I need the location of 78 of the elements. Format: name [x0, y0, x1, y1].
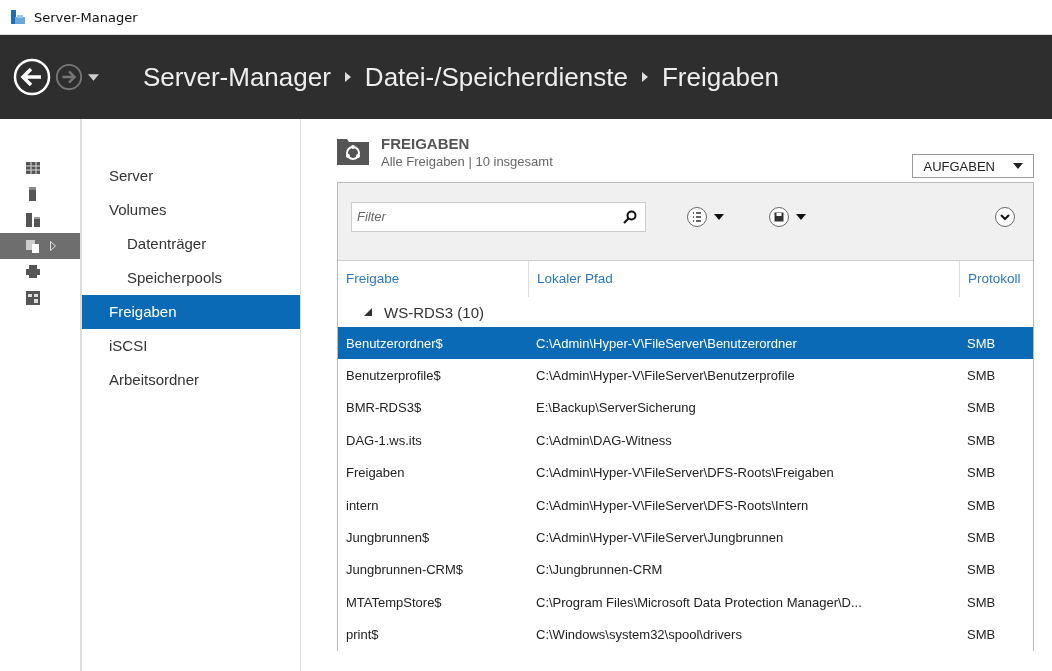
back-icon[interactable] — [12, 57, 52, 97]
grid-icon — [26, 161, 40, 175]
table-cell-text: E:\Backup\ServerSicherung — [535, 400, 697, 416]
table-cell-text: C:\Admin\DAG-Witness — [535, 432, 673, 448]
caret-icon — [1013, 163, 1023, 169]
table-cell-text: C:\Jungbrunnen-CRM — [535, 562, 664, 578]
table-cell-text: C:\Admin\Hyper-V\FileServer\Benutzerprofile — [535, 368, 796, 384]
tasks-button[interactable]: AUFGABEN — [912, 154, 1034, 178]
separator-icon — [344, 72, 351, 82]
table-cell-text: Jungbrunnen-CRM$ — [345, 562, 465, 578]
sidebar-item[interactable]: Server — [82, 159, 300, 193]
table-cell-text: MTATempStore$ — [345, 594, 443, 610]
column-header[interactable]: Lokaler Pfad — [528, 261, 959, 297]
table-cell-text: SMB — [966, 530, 997, 546]
table-cell-text: Jungbrunnen$ — [345, 530, 431, 546]
window-title: Server-Manager — [34, 9, 138, 25]
group-label: WS-RDS3 (10) — [384, 303, 484, 321]
table-cell-text: SMB — [966, 497, 997, 513]
section-subtitle: Alle Freigaben | 10 insgesamt — [381, 154, 553, 169]
separator-icon — [641, 72, 648, 82]
sidebar-item[interactable]: Arbeitsordner — [82, 363, 300, 397]
breadcrumb-item[interactable]: Freigaben — [661, 61, 779, 93]
table-cell-text: Benutzerprofile$ — [345, 368, 442, 384]
table-cell-text: C:\Admin\Hyper-V\FileServer\DFS-Roots\Intern — [535, 497, 810, 513]
table-cell-text: Freigaben — [345, 465, 406, 481]
column-header[interactable]: Protokoll — [959, 261, 1033, 297]
table-row[interactable]: Jungbrunnen-CRM$ C:\Jungbrunnen-CRM SMB — [338, 553, 1033, 587]
table-cell-text: C:\Admin\Hyper-V\FileServer\DFS-Roots\Freigaben — [535, 465, 835, 481]
table-cell-text: C:\Admin\Hyper-V\FileServer\Benutzerordner — [535, 335, 798, 351]
share-folder-icon — [337, 137, 369, 165]
printer-icon — [26, 265, 40, 279]
table-row[interactable]: print$ C:\Windows\system32\spool\drivers SMB — [338, 618, 1033, 651]
table-cell-text: SMB — [966, 400, 997, 416]
table-cell-text: print$ — [345, 627, 380, 643]
table-cell-text: C:\Windows\system32\spool\drivers — [535, 627, 743, 643]
table-row[interactable]: intern C:\Admin\Hyper-V\FileServer\DFS-Roots\Intern SMB — [338, 488, 1033, 522]
column-header[interactable]: Freigabe — [338, 261, 528, 297]
sidebar-item[interactable]: Datenträger — [82, 227, 300, 261]
breadcrumb-item[interactable]: Datei-/Speicherdienste — [364, 61, 628, 93]
section-title: FREIGABEN — [381, 135, 471, 152]
table-row[interactable]: Benutzerordner$ C:\Admin\Hyper-V\FileServer\Benutzerordner SMB — [338, 327, 1033, 360]
building-icon — [26, 291, 40, 305]
table-cell-text: SMB — [966, 432, 997, 448]
folders-icon — [26, 239, 40, 253]
table-cell-text: SMB — [966, 335, 997, 351]
sidebar-item[interactable]: Volumes — [82, 193, 300, 227]
table-cell-text: SMB — [966, 594, 997, 610]
table-cell-text: BMR-RDS3$ — [345, 400, 423, 416]
search-icon — [623, 209, 637, 224]
collapse-arrow-icon[interactable] — [364, 308, 372, 316]
table-row[interactable]: BMR-RDS3$ E:\Backup\ServerSicherung SMB — [338, 391, 1033, 425]
sidebar-item[interactable]: iSCSI — [82, 329, 300, 363]
table-cell-text: Benutzerordner$ — [345, 335, 444, 351]
table-cell-text: SMB — [966, 562, 997, 578]
table-cell-text: SMB — [966, 627, 997, 643]
table-row[interactable]: Freigaben C:\Admin\Hyper-V\FileServer\DFS-Roots\Freigaben SMB — [338, 456, 1033, 489]
breadcrumb-item[interactable]: Server-Manager — [143, 61, 331, 93]
table-row[interactable]: DAG-1.ws.its C:\Admin\DAG-Witness SMB — [338, 424, 1033, 457]
table-cell-text: C:\Admin\Hyper-V\FileServer\Jungbrunnen — [535, 530, 785, 546]
rail-item[interactable] — [0, 233, 80, 259]
table-row[interactable]: MTATempStore$ C:\Program Files\Microsoft Data Protection Manager\D... SMB — [338, 586, 1033, 619]
table-row[interactable]: Jungbrunnen$ C:\Admin\Hyper-V\FileServer\Jungbrunnen SMB — [338, 521, 1033, 554]
table-row[interactable]: Benutzerprofile$ C:\Admin\Hyper-V\FileServer\Benutzerprofile SMB — [338, 359, 1033, 392]
table-cell-text: C:\Program Files\Microsoft Data Protection Manager\D... — [535, 594, 863, 610]
app-icon — [10, 9, 26, 25]
filter-field[interactable]: Filter — [351, 201, 646, 232]
sidebar-item[interactable]: Freigaben — [82, 295, 300, 329]
servers-icon — [26, 213, 40, 227]
table-cell-text: SMB — [966, 368, 997, 384]
table-cell-text: SMB — [966, 465, 997, 481]
save-options-icon[interactable] — [768, 205, 808, 228]
dropdown-icon[interactable] — [88, 73, 99, 81]
table-cell-text: DAG-1.ws.its — [345, 432, 423, 448]
list-options-icon[interactable] — [686, 205, 726, 228]
expand-icon[interactable] — [994, 205, 1016, 228]
sidebar-item[interactable]: Speicherpools — [82, 261, 300, 295]
table-cell-text: intern — [345, 497, 380, 513]
expand-arrow-icon — [50, 241, 56, 251]
